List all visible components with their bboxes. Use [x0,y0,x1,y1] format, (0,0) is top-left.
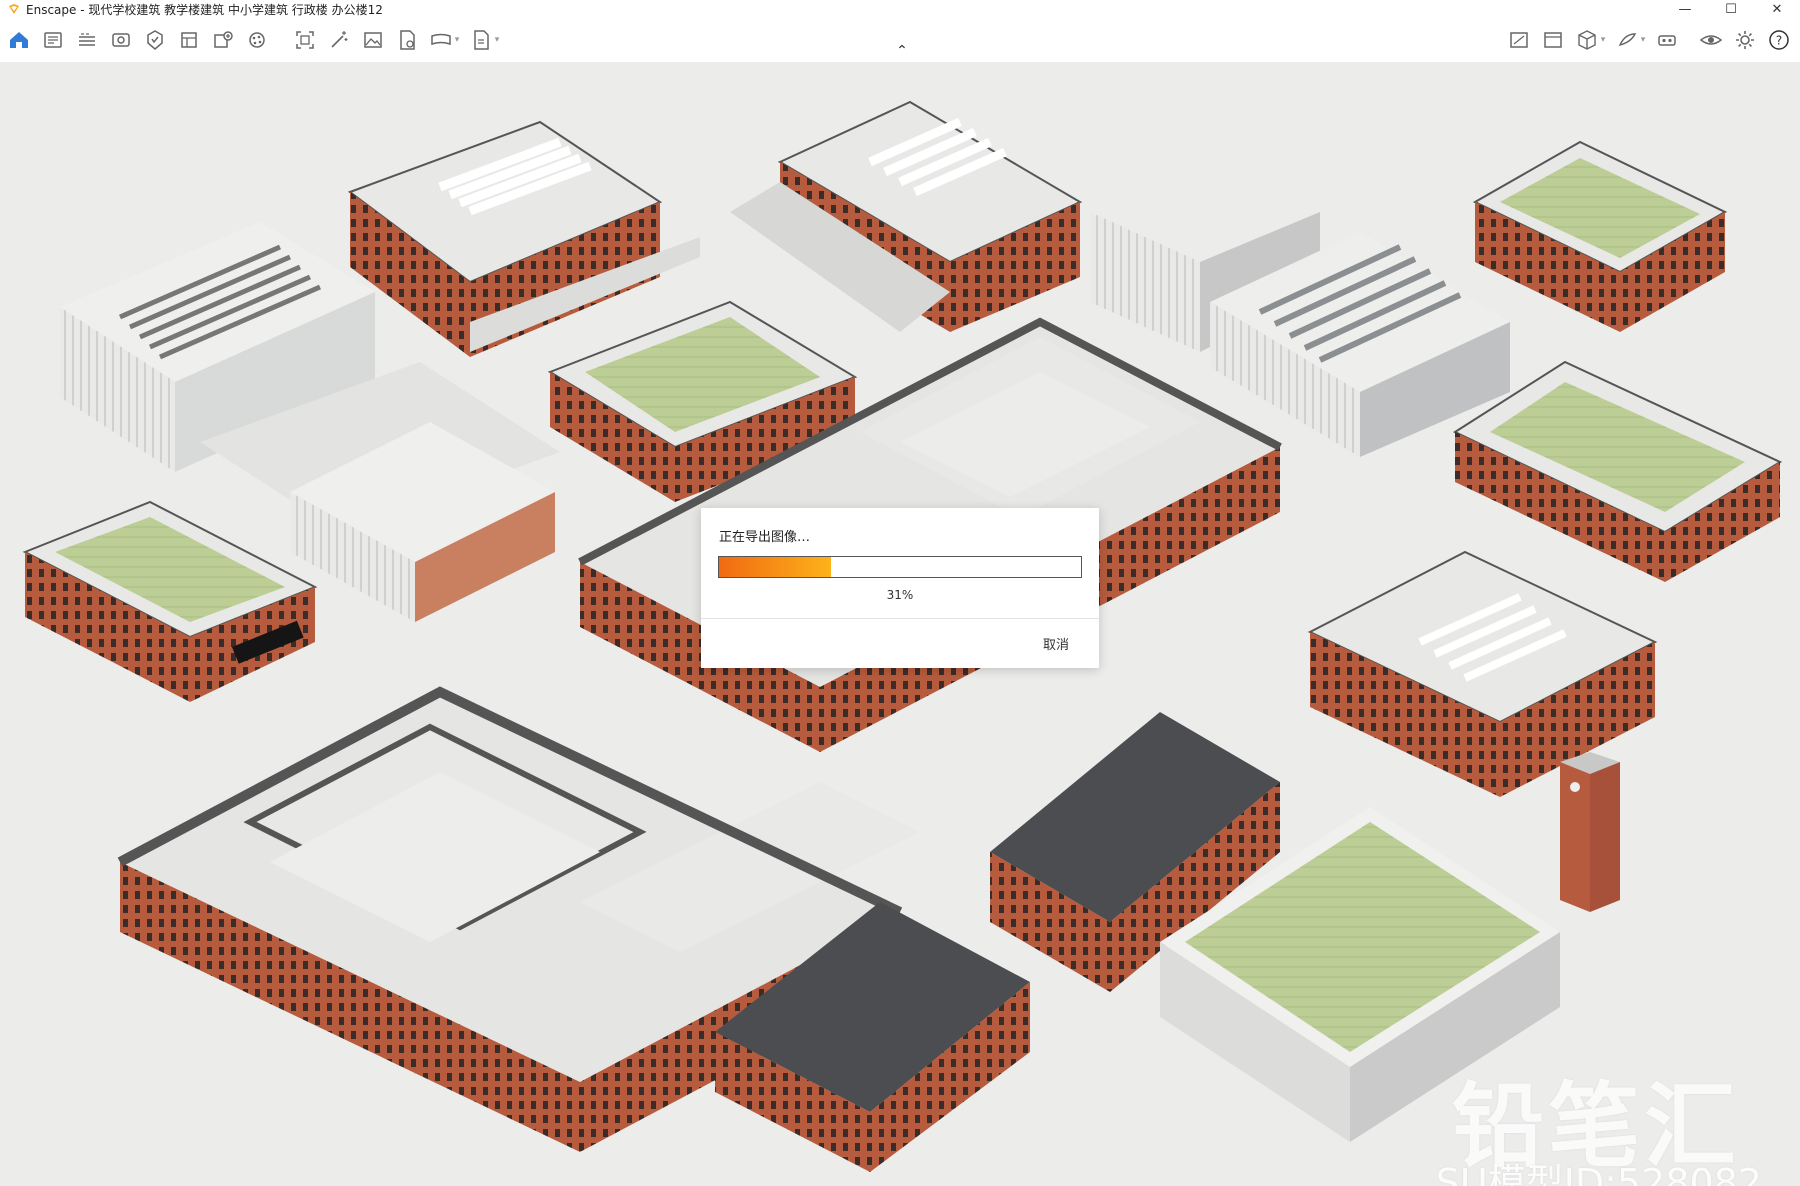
building-green-roof-west [22,500,318,702]
building-gym-center [730,100,1083,332]
walk-dropdown-caret[interactable]: ▾ [1638,35,1648,45]
maximize-button[interactable]: ☐ [1708,0,1754,18]
close-button[interactable]: ✕ [1754,0,1800,18]
building-gym-north [347,120,700,357]
window-title: Enscape - 现代学校建筑 教学楼建筑 中小学建筑 行政楼 办公楼12 [26,2,383,17]
magic-icon[interactable] [322,23,356,57]
cube-dropdown-caret[interactable]: ▾ [1598,35,1608,45]
toolbar-collapse-button[interactable]: ⌃ [890,42,914,60]
home-icon[interactable] [2,23,36,57]
help-icon[interactable]: ? [1762,23,1796,57]
export-progress-dialog: 正在导出图像… 31% 取消 [701,508,1099,668]
gear-icon[interactable] [1728,23,1762,57]
image-icon[interactable] [356,23,390,57]
export-dropdown-caret[interactable]: ▾ [492,35,502,45]
pdf-icon[interactable] [390,23,424,57]
upload-icon[interactable] [206,23,240,57]
export-message: 正在导出图像… [719,530,811,545]
dialog-divider [701,618,1099,619]
vr-icon[interactable] [1650,23,1684,57]
toolbar-left-group: ▾ ▾ [2,18,504,62]
panorama-dropdown-caret[interactable]: ▾ [452,35,462,45]
view-icon[interactable] [104,23,138,57]
help-label: ? [1776,34,1782,48]
building-green-roof-ne [1472,140,1728,332]
settings-wheel-icon[interactable] [240,23,274,57]
cancel-button[interactable]: 取消 [1043,634,1069,653]
building-green-roof-east [1452,360,1783,582]
clock-tower [1560,752,1620,912]
title-bar: Enscape - 现代学校建筑 教学楼建筑 中小学建筑 行政楼 办公楼12 —… [0,0,1800,18]
bim-icon[interactable] [70,23,104,57]
toolbar-right-group: ▾ ▾ ? [1502,18,1796,62]
enscape-logo-icon [9,4,19,14]
watermark-model-id: SU模型ID:528082 [1435,1161,1762,1186]
minimize-button[interactable]: — [1662,0,1708,18]
export-progress-bar [718,556,1082,578]
capture-icon[interactable] [288,23,322,57]
document-icon[interactable] [36,23,70,57]
export-progress-fill [719,557,832,577]
library-icon[interactable] [172,23,206,57]
export-progress-percent: 31% [886,588,914,602]
gallery-icon[interactable] [1536,23,1570,57]
window-controls: — ☐ ✕ [1662,0,1800,18]
asset-icon[interactable] [138,23,172,57]
screenshot-icon[interactable] [1502,23,1536,57]
visibility-icon[interactable] [1694,23,1728,57]
